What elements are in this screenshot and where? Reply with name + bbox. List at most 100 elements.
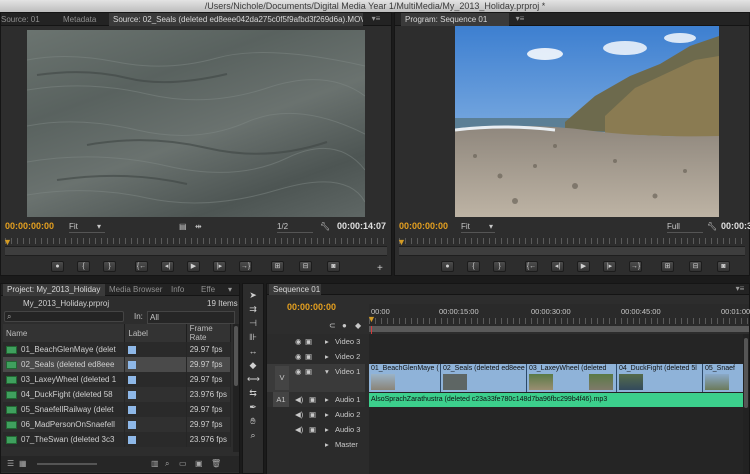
add-button-icon[interactable]: + <box>377 263 383 274</box>
program-resolution-select[interactable]: Full <box>667 221 703 233</box>
program-step-back-button[interactable]: ◂| <box>551 261 564 272</box>
track-select-tool-icon[interactable]: ⇉ <box>247 304 259 315</box>
find-icon[interactable]: ⌕ <box>165 459 169 469</box>
insert-button[interactable]: ⊞ <box>271 261 284 272</box>
new-bin-icon[interactable]: ▭ <box>179 459 187 468</box>
lock-icon[interactable]: ▣ <box>309 392 316 407</box>
play-button[interactable]: ▶ <box>187 261 200 272</box>
program-go-to-in-button[interactable]: {← <box>525 261 538 272</box>
rate-stretch-tool-icon[interactable]: ↔ <box>247 346 259 357</box>
source-resolution-select[interactable]: 1/2 <box>277 221 313 233</box>
program-step-forward-button[interactable]: |▸ <box>603 261 616 272</box>
go-to-out-button[interactable]: →} <box>239 261 252 272</box>
table-row[interactable]: 05_SnaefellRailway (delet 29.97 fps <box>3 402 232 417</box>
timeline-timecode[interactable]: 00:00:00:00 <box>287 302 336 313</box>
new-item-icon[interactable]: ▣ <box>195 459 203 468</box>
overwrite-button[interactable]: ⊟ <box>299 261 312 272</box>
timeline-clip[interactable]: 01_BeachGlenMaye ( <box>369 364 441 392</box>
table-row[interactable]: 06_MadPersonOnSnaefell 29.97 fps <box>3 417 232 432</box>
program-mark-in-button[interactable]: { <box>467 261 480 272</box>
track-audio-3[interactable]: ◀) ▣ ▸ Audio 3 <box>267 422 365 437</box>
hand-tool-icon[interactable]: ✋︎ <box>247 416 259 427</box>
timeline-clip[interactable]: 02_Seals (deleted ed8eee <box>441 364 527 392</box>
snap-icon[interactable]: ⊂ <box>329 320 336 331</box>
lock-icon[interactable]: ▣ <box>305 334 312 349</box>
label-color[interactable] <box>128 420 137 429</box>
list-view-icon[interactable]: ☰ <box>7 459 14 468</box>
label-color[interactable] <box>128 345 137 354</box>
panel-menu-icon[interactable]: ▾≡ <box>369 14 383 24</box>
tab-source-01[interactable]: Source: 01 <box>0 13 55 26</box>
tab-effects[interactable]: Effe <box>197 284 223 296</box>
label-color[interactable] <box>128 435 137 444</box>
program-export-frame-button[interactable]: ◙ <box>717 261 730 272</box>
label-color[interactable] <box>128 375 137 384</box>
timeline-ruler[interactable]: 00:00 00:00:15:00 00:00:30:00 00:00:45:0… <box>369 304 750 332</box>
mark-out-button[interactable]: } <box>103 261 116 272</box>
icon-view-icon[interactable]: ▦ <box>19 459 27 468</box>
timeline-scrollbar[interactable] <box>743 334 749 474</box>
program-panel-menu-icon[interactable]: ▾≡ <box>513 14 527 24</box>
step-back-button[interactable]: ◂| <box>161 261 174 272</box>
drag-audio-icon[interactable]: ⇹ <box>195 221 202 232</box>
work-area-bar[interactable] <box>369 326 749 332</box>
table-row[interactable]: 02_Seals (deleted ed8eee 29.97 fps <box>3 357 232 372</box>
add-marker-icon[interactable]: ● <box>342 320 347 331</box>
extract-button[interactable]: ⊟ <box>689 261 702 272</box>
lock-icon[interactable]: ▣ <box>305 349 312 364</box>
eye-icon[interactable]: ◉ <box>295 349 302 364</box>
program-timecode[interactable]: 00:00:00:00 <box>399 221 448 232</box>
program-go-to-out-button[interactable]: →} <box>629 261 642 272</box>
tab-sequence-01[interactable]: Sequence 01 <box>269 284 321 295</box>
disclosure-icon[interactable]: ▸ <box>325 437 329 452</box>
table-row[interactable]: 01_BeachGlenMaye (delet 29.97 fps <box>3 342 232 357</box>
lift-button[interactable]: ⊞ <box>661 261 674 272</box>
speaker-icon[interactable]: ◀) <box>295 407 303 422</box>
audio-clip[interactable]: AlsoSprachZarathustra (deleted c23a33fe7… <box>369 393 743 407</box>
tab-source-clip[interactable]: Source: 02_Seals (deleted ed8eee042da275… <box>109 13 363 26</box>
program-wrench-icon[interactable]: 🔧︎ <box>707 221 717 232</box>
eye-icon[interactable]: ◉ <box>295 334 302 349</box>
table-row[interactable]: 03_LaxeyWheel (deleted 1 29.97 fps <box>3 372 232 387</box>
lock-icon[interactable]: ▣ <box>309 407 316 422</box>
col-label[interactable]: Label <box>124 324 187 342</box>
ripple-edit-tool-icon[interactable]: ⊣ <box>247 318 259 329</box>
lock-icon[interactable]: ▣ <box>309 422 316 437</box>
lock-icon[interactable]: ▣ <box>305 364 312 379</box>
tab-metadata[interactable]: Metadata <box>59 13 107 26</box>
track-video-1[interactable]: V ◉ ▣ ▾ Video 1 <box>267 364 365 392</box>
project-panel-menu-icon[interactable]: ▾ <box>223 285 237 295</box>
disclosure-icon[interactable]: ▸ <box>325 407 329 422</box>
table-row[interactable]: 07_TheSwan (deleted 3c3 23.976 fps <box>3 432 232 447</box>
source-wrench-icon[interactable]: 🔧︎ <box>320 221 330 232</box>
step-forward-button[interactable]: |▸ <box>213 261 226 272</box>
source-timecode[interactable]: 00:00:00:00 <box>5 221 54 232</box>
razor-tool-icon[interactable]: ◆ <box>247 360 259 371</box>
source-time-ruler[interactable] <box>5 238 387 244</box>
automate-icon[interactable]: ▥ <box>151 459 159 468</box>
track-audio-1[interactable]: A1 ◀) ▣ ▸ Audio 1 <box>267 392 365 407</box>
export-frame-button[interactable]: ◙ <box>327 261 340 272</box>
pen-tool-icon[interactable]: ✒︎ <box>247 402 259 413</box>
label-color[interactable] <box>128 360 137 369</box>
program-time-ruler[interactable] <box>399 238 745 244</box>
track-video-3[interactable]: ◉ ▣ ▸ Video 3 <box>267 334 365 349</box>
speaker-icon[interactable]: ◀) <box>295 392 303 407</box>
selection-tool-icon[interactable]: ➤ <box>247 290 259 301</box>
source-scrub-bar[interactable] <box>5 246 387 256</box>
timeline-playhead-icon[interactable]: ▼ <box>367 314 377 324</box>
mark-in-button[interactable]: { <box>77 261 90 272</box>
zoom-tool-icon[interactable]: ⌕ <box>247 430 259 441</box>
disclosure-icon[interactable]: ▸ <box>325 392 329 407</box>
label-color[interactable] <box>128 390 137 399</box>
keyframe-icon[interactable]: ◆ <box>355 320 361 331</box>
table-row[interactable]: 04_DuckFight (deleted 58 23.976 fps <box>3 387 232 402</box>
col-frame-rate[interactable]: Frame Rate <box>186 324 232 342</box>
tab-program-sequence[interactable]: Program: Sequence 01 <box>401 13 509 26</box>
disclosure-icon[interactable]: ▸ <box>325 422 329 437</box>
disclosure-icon[interactable]: ▸ <box>325 334 329 349</box>
program-play-button[interactable]: ▶ <box>577 261 590 272</box>
col-name[interactable]: Name <box>3 324 126 342</box>
tab-info[interactable]: Info <box>167 284 195 296</box>
slide-tool-icon[interactable]: ⇆ <box>247 388 259 399</box>
